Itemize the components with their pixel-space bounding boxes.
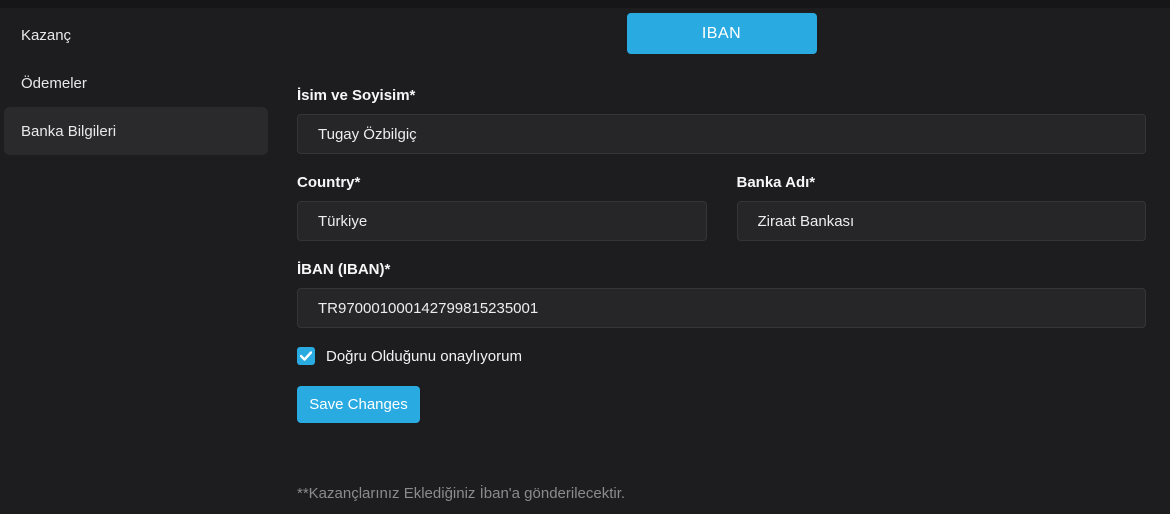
- page-layout: Kazanç Ödemeler Banka Bilgileri IBAN İsi…: [0, 8, 1170, 514]
- iban-input[interactable]: [297, 288, 1146, 328]
- window-top-strip: [0, 0, 1170, 8]
- country-field-label: Country*: [297, 174, 707, 192]
- confirm-checkbox[interactable]: [297, 347, 315, 365]
- checkmark-icon: [300, 351, 312, 361]
- name-input[interactable]: [297, 114, 1146, 154]
- bank-name-field-label: Banka Adı*: [737, 174, 1147, 192]
- bank-name-column: Banka Adı*: [737, 154, 1147, 241]
- sidebar-item-kazanc[interactable]: Kazanç: [4, 11, 268, 59]
- confirm-row: Doğru Olduğunu onaylıyorum: [297, 346, 1146, 366]
- country-bank-row: Country* Banka Adı*: [297, 154, 1146, 241]
- bank-name-input[interactable]: [737, 201, 1147, 241]
- country-input[interactable]: [297, 201, 707, 241]
- sidebar-item-label: Kazanç: [21, 27, 71, 44]
- iban-field-label: İBAN (IBAN)*: [297, 261, 1146, 279]
- sidebar-item-odemeler[interactable]: Ödemeler: [4, 59, 268, 107]
- confirm-checkbox-label: Doğru Olduğunu onaylıyorum: [326, 348, 522, 365]
- name-field-label: İsim ve Soyisim*: [297, 87, 1146, 105]
- save-changes-button[interactable]: Save Changes: [297, 386, 420, 423]
- bank-info-panel: IBAN İsim ve Soyisim* Country* Banka Adı…: [270, 8, 1170, 514]
- footer-note: **Kazançlarınız Eklediğiniz İban'a gönde…: [297, 485, 1146, 502]
- sidebar-item-label: Ödemeler: [21, 75, 87, 92]
- tab-row: IBAN: [297, 13, 1146, 54]
- country-column: Country*: [297, 154, 707, 241]
- sidebar-item-banka-bilgileri[interactable]: Banka Bilgileri: [4, 107, 268, 155]
- sidebar-item-label: Banka Bilgileri: [21, 123, 116, 140]
- settings-sidebar: Kazanç Ödemeler Banka Bilgileri: [0, 8, 270, 514]
- tab-iban[interactable]: IBAN: [627, 13, 817, 54]
